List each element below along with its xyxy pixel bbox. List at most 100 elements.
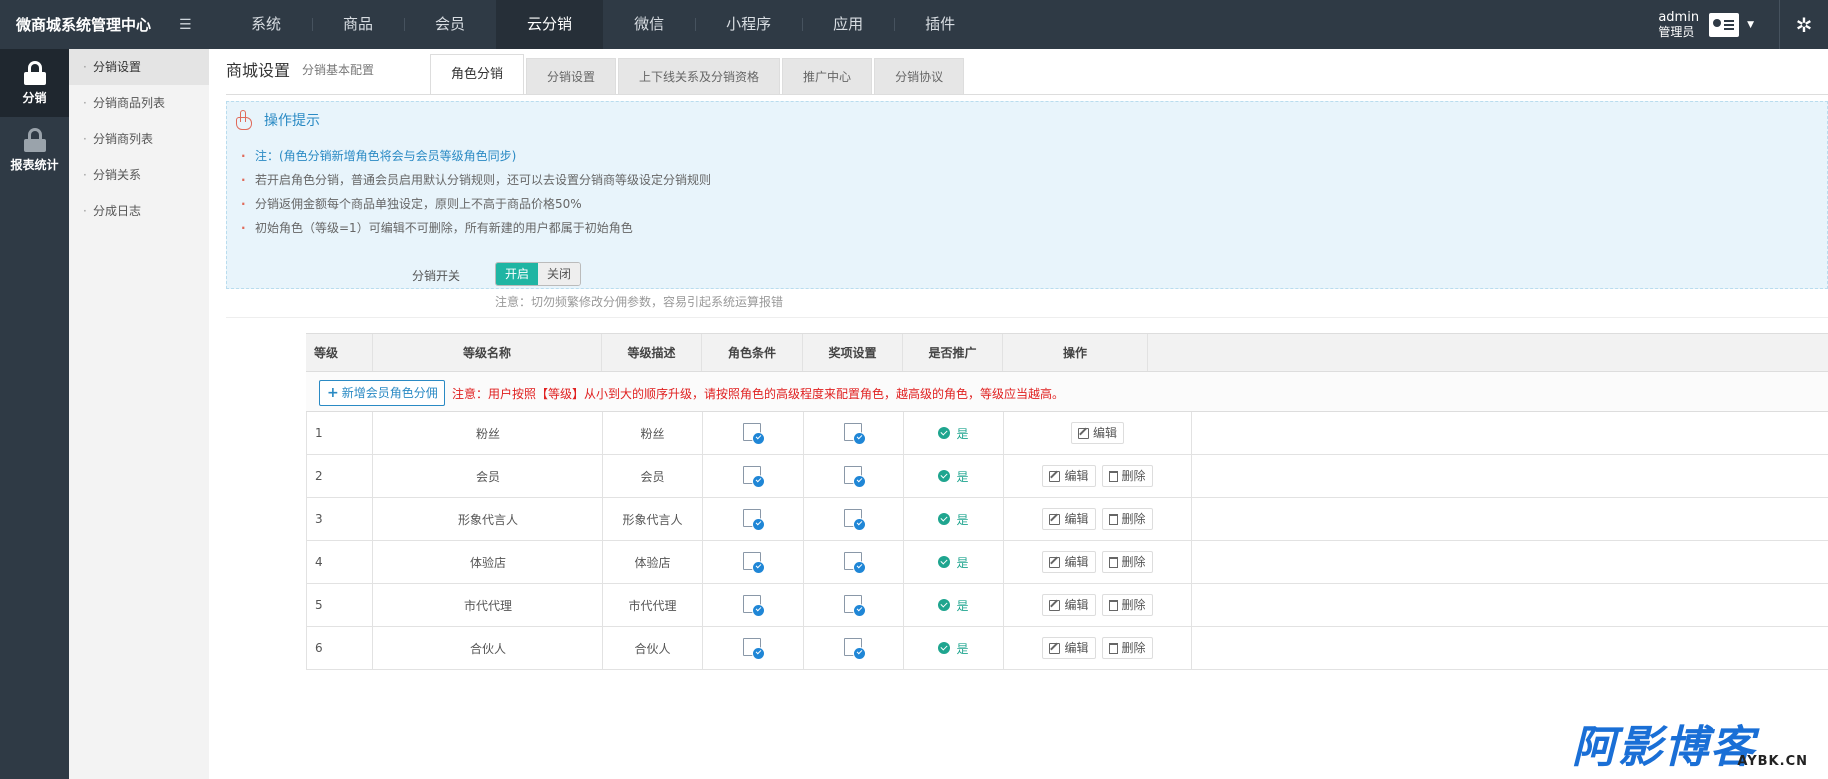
edit-button[interactable]: 编辑 bbox=[1042, 465, 1096, 487]
page-subtitle: 分销基本配置 bbox=[302, 63, 375, 77]
lock-icon bbox=[23, 60, 46, 85]
reward-setting-icon[interactable] bbox=[843, 638, 865, 659]
brand-title: 微商城系统管理中心 bbox=[16, 16, 152, 34]
table-row: 3 形象代言人 形象代言人 是 编辑 删除 bbox=[306, 498, 1828, 541]
role-condition-icon[interactable] bbox=[743, 509, 764, 530]
col-header: 奖项设置 bbox=[803, 334, 903, 371]
switch-label: 分销开关 bbox=[412, 269, 461, 283]
settings-icon[interactable]: ✲ bbox=[1780, 0, 1828, 49]
top-nav: 系统 商品 会员 云分销 微信 小程序 应用 插件 bbox=[220, 0, 986, 49]
trash-icon bbox=[1108, 599, 1118, 611]
check-circle-icon bbox=[938, 599, 951, 611]
trash-icon bbox=[1108, 556, 1118, 568]
col-header: 等级描述 bbox=[602, 334, 702, 371]
trash-icon bbox=[1108, 642, 1118, 654]
table-header: 等级 等级名称 等级描述 角色条件 奖项设置 是否推广 操作 bbox=[306, 333, 1828, 372]
col-header: 等级 bbox=[306, 334, 373, 371]
lock-icon bbox=[23, 127, 46, 152]
toggle-off-button[interactable]: 关闭 bbox=[538, 263, 580, 285]
trash-icon bbox=[1108, 470, 1118, 482]
promote-status: 是 bbox=[938, 597, 969, 614]
sidebar-item-distribution[interactable]: 分销 bbox=[0, 49, 69, 117]
tab-relations-qualification[interactable]: 上下线关系及分销资格 bbox=[618, 58, 781, 94]
submenu-distribution-goods[interactable]: 分销商品列表 bbox=[69, 85, 209, 121]
check-circle-icon bbox=[938, 642, 951, 654]
id-card-icon bbox=[1709, 12, 1740, 37]
edit-icon bbox=[1077, 427, 1089, 439]
tip-item: 分销返佣金额每个商品单独设定，原则上不高于商品价格50% bbox=[241, 192, 711, 216]
tab-distribution-settings[interactable]: 分销设置 bbox=[526, 58, 617, 94]
col-header: 角色条件 bbox=[702, 334, 803, 371]
table-row: 6 合伙人 合伙人 是 编辑 删除 bbox=[306, 627, 1828, 670]
tab-role-distribution[interactable]: 角色分销 bbox=[430, 54, 525, 94]
role-condition-icon[interactable] bbox=[743, 423, 764, 444]
sidebar-item-label: 分销 bbox=[22, 90, 47, 105]
check-circle-icon bbox=[938, 556, 951, 568]
nav-cloud-distribution[interactable]: 云分销 bbox=[496, 0, 604, 49]
menu-toggle-icon[interactable]: ☰ bbox=[179, 17, 203, 33]
user-role: 管理员 bbox=[1658, 24, 1695, 39]
promote-status: 是 bbox=[938, 511, 969, 528]
tab-distribution-agreement[interactable]: 分销协议 bbox=[874, 58, 965, 94]
page-title: 商城设置 bbox=[226, 61, 291, 80]
tab-bar: 角色分销 分销设置 上下线关系及分销资格 推广中心 分销协议 bbox=[430, 54, 966, 94]
nav-apps[interactable]: 应用 bbox=[802, 0, 894, 49]
tab-promotion-center[interactable]: 推广中心 bbox=[782, 58, 873, 94]
toggle-on-button[interactable]: 开启 bbox=[496, 263, 538, 285]
edit-icon bbox=[1049, 642, 1061, 654]
add-row: + 新增会员角色分佣 注意：用户按照【等级】从小到大的顺序升级，请按照角色的高级… bbox=[306, 372, 1828, 412]
nav-plugins[interactable]: 插件 bbox=[894, 0, 986, 49]
delete-button[interactable]: 删除 bbox=[1101, 508, 1153, 530]
delete-button[interactable]: 删除 bbox=[1101, 551, 1153, 573]
submenu-commission-log[interactable]: 分成日志 bbox=[69, 193, 209, 229]
hand-pointer-icon bbox=[235, 110, 253, 130]
add-note: 注意：用户按照【等级】从小到大的顺序升级，请按照角色的高级程度来配置角色，越高级… bbox=[452, 387, 1065, 401]
delete-button[interactable]: 删除 bbox=[1101, 465, 1153, 487]
top-bar: 微商城系统管理中心 ☰ 系统 商品 会员 云分销 微信 小程序 应用 插件 ad… bbox=[0, 0, 1828, 49]
col-header: 操作 bbox=[1003, 334, 1148, 371]
nav-system[interactable]: 系统 bbox=[220, 0, 312, 49]
reward-setting-icon[interactable] bbox=[843, 423, 865, 444]
edit-button[interactable]: 编辑 bbox=[1042, 594, 1096, 616]
sidebar-item-reports[interactable]: 报表统计 bbox=[0, 117, 69, 183]
distribution-toggle[interactable]: 开启 关闭 bbox=[495, 262, 581, 286]
add-role-button[interactable]: + 新增会员角色分佣 bbox=[319, 380, 445, 406]
table-row: 2 会员 会员 是 编辑 删除 bbox=[306, 455, 1828, 498]
nav-goods[interactable]: 商品 bbox=[312, 0, 404, 49]
role-condition-icon[interactable] bbox=[743, 552, 764, 573]
check-circle-icon bbox=[938, 513, 951, 525]
promote-status: 是 bbox=[938, 468, 969, 485]
promote-status: 是 bbox=[938, 640, 969, 657]
reward-setting-icon[interactable] bbox=[843, 466, 865, 487]
chevron-down-icon: ▼ bbox=[1747, 19, 1754, 30]
edit-button[interactable]: 编辑 bbox=[1042, 551, 1096, 573]
sub-menu: 分销设置 分销商品列表 分销商列表 分销关系 分成日志 bbox=[69, 49, 209, 779]
edit-icon bbox=[1049, 556, 1061, 568]
edit-icon bbox=[1049, 470, 1061, 482]
role-condition-icon[interactable] bbox=[743, 466, 764, 487]
col-header: 是否推广 bbox=[903, 334, 1003, 371]
main-sidebar: 分销 报表统计 bbox=[0, 49, 69, 779]
edit-button[interactable]: 编辑 bbox=[1070, 422, 1124, 444]
submenu-distributors[interactable]: 分销商列表 bbox=[69, 121, 209, 157]
table-row: 4 体验店 体验店 是 编辑 删除 bbox=[306, 541, 1828, 584]
tip-item: 初始角色（等级=1）可编辑不可删除，所有新建的用户都属于初始角色 bbox=[241, 216, 711, 240]
edit-icon bbox=[1049, 599, 1061, 611]
nav-wechat[interactable]: 微信 bbox=[603, 0, 695, 49]
reward-setting-icon[interactable] bbox=[843, 509, 865, 530]
plus-icon: + bbox=[327, 385, 339, 401]
submenu-relations[interactable]: 分销关系 bbox=[69, 157, 209, 193]
role-condition-icon[interactable] bbox=[743, 638, 764, 659]
delete-button[interactable]: 删除 bbox=[1101, 594, 1153, 616]
role-condition-icon[interactable] bbox=[743, 595, 764, 616]
submenu-distribution-settings[interactable]: 分销设置 bbox=[69, 49, 209, 85]
user-menu[interactable]: admin 管理员 ▼ bbox=[1658, 0, 1754, 49]
promote-status: 是 bbox=[938, 554, 969, 571]
reward-setting-icon[interactable] bbox=[843, 552, 865, 573]
delete-button[interactable]: 删除 bbox=[1101, 637, 1153, 659]
reward-setting-icon[interactable] bbox=[843, 595, 865, 616]
edit-button[interactable]: 编辑 bbox=[1042, 508, 1096, 530]
edit-button[interactable]: 编辑 bbox=[1042, 637, 1096, 659]
nav-mini-program[interactable]: 小程序 bbox=[695, 0, 802, 49]
nav-member[interactable]: 会员 bbox=[404, 0, 496, 49]
